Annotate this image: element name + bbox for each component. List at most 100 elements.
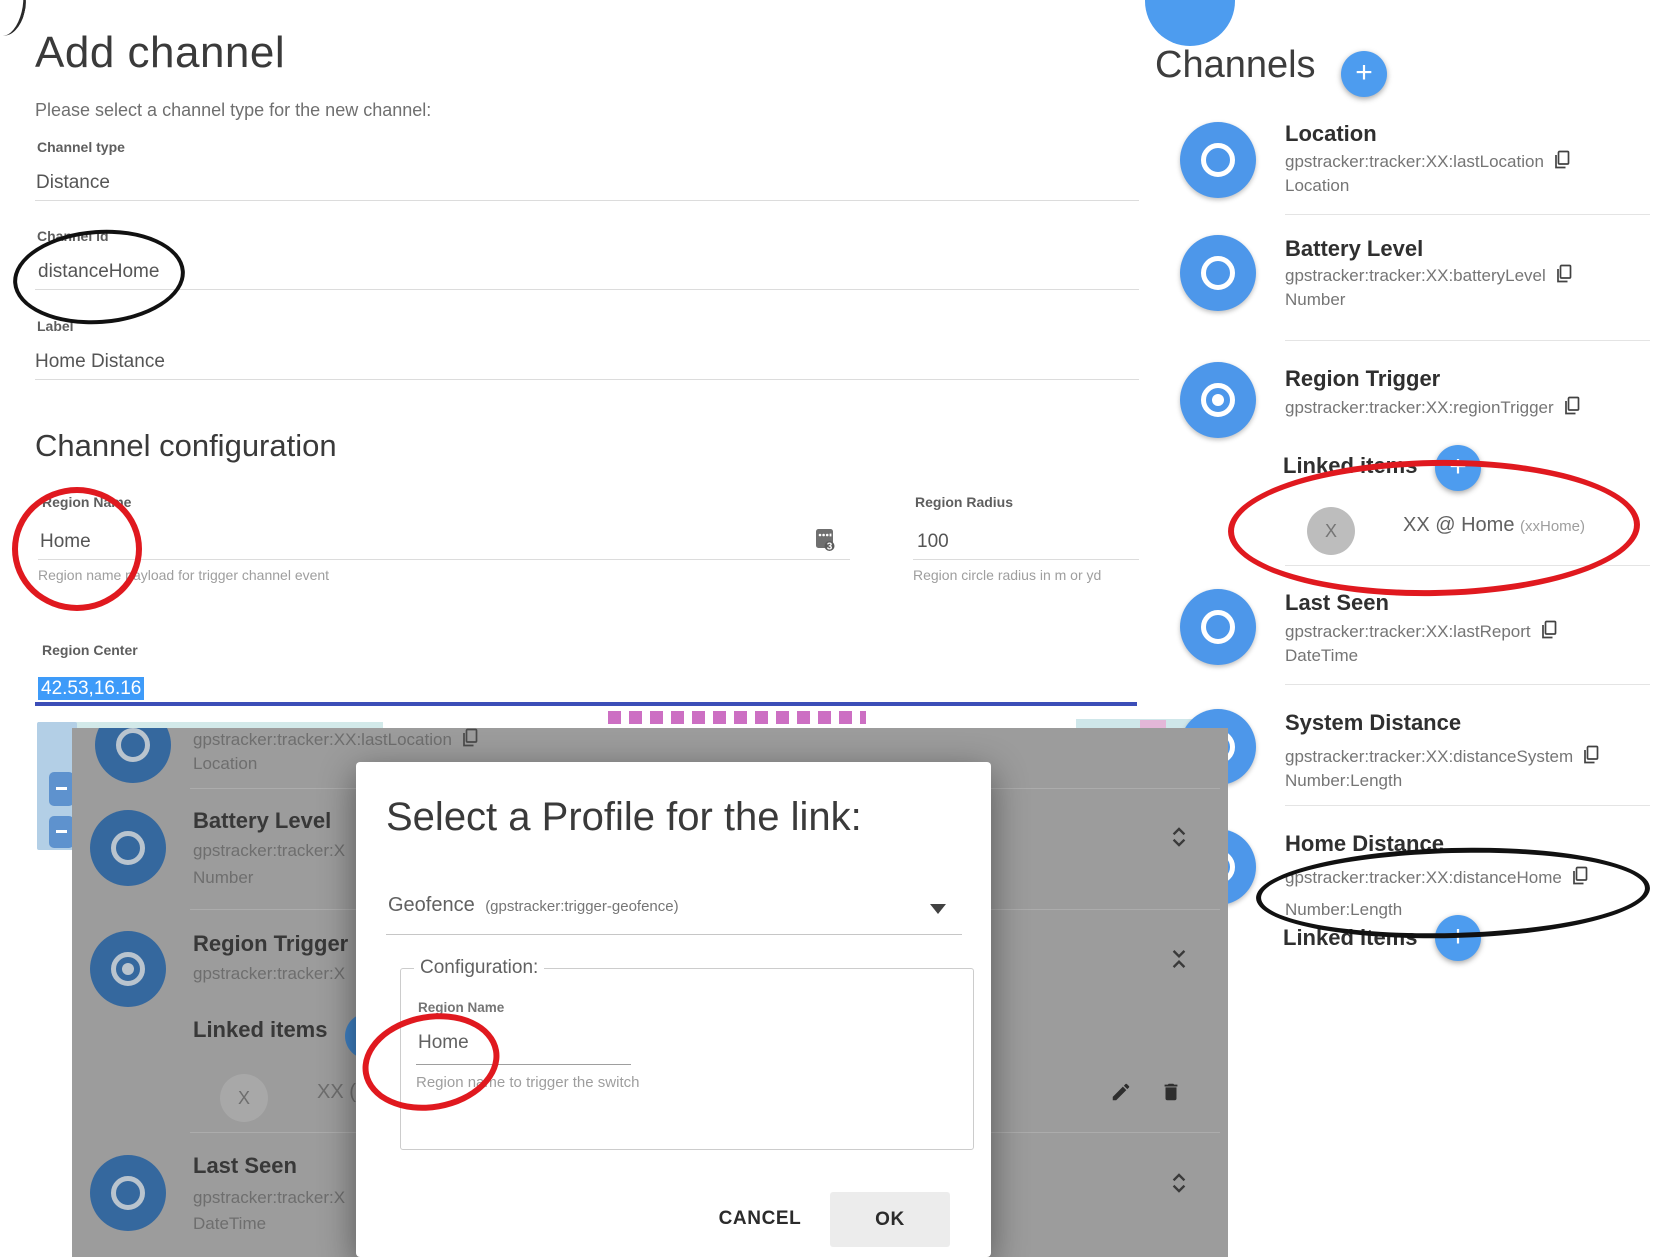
configuration-fieldset <box>400 968 974 1150</box>
channel-type: DateTime <box>1285 646 1358 666</box>
channel-icon <box>1180 362 1256 438</box>
linked-item-label: XX ( <box>317 1081 356 1104</box>
region-name-label: Region Name <box>42 494 131 510</box>
divider <box>1285 684 1650 685</box>
channel-name: System Distance <box>1285 710 1461 736</box>
copy-icon[interactable] <box>1555 264 1572 288</box>
page-title: Add channel <box>35 28 285 78</box>
channel-type: Number:Length <box>1285 900 1402 920</box>
region-center-input[interactable]: 42.53,16.16 <box>38 678 144 700</box>
channel-icon <box>1180 235 1256 311</box>
channel-id-row: gpstracker:tracker:XX:lastReport <box>1285 620 1557 644</box>
channel-id: gpstracker:tracker:XX:lastLocation <box>193 730 452 750</box>
channel-id-row: gpstracker:tracker:XX:distanceSystem <box>1285 745 1599 769</box>
channel-id: gpstracker:tracker:X <box>193 1188 345 1208</box>
channel-id-row: gpstracker:tracker:XX:lastLocation <box>1285 150 1570 174</box>
copy-icon[interactable] <box>1571 866 1588 890</box>
channel-icon <box>90 810 166 886</box>
channel-id: gpstracker:tracker:XX:batteryLevel <box>1285 266 1546 286</box>
channel-name: Region Trigger <box>1285 366 1440 392</box>
region-center-label: Region Center <box>42 642 138 658</box>
channel-id: gpstracker:tracker:XX:distanceHome <box>1285 868 1562 888</box>
label-input[interactable]: Home Distance <box>35 351 165 373</box>
copy-icon <box>461 728 478 752</box>
divider <box>386 934 962 935</box>
profile-select-detail: (gpstracker:trigger-geofence) <box>485 898 678 915</box>
channel-id-row: gpstracker:tracker:XX:lastLocation <box>193 728 478 752</box>
channel-name: Battery Level <box>193 808 331 834</box>
divider <box>1285 805 1650 806</box>
profile-select-value: Geofence <box>388 894 475 916</box>
channel-icon <box>1180 589 1256 665</box>
map-zoom-button[interactable] <box>49 772 74 806</box>
profile-dialog: Select a Profile for the link: Geofence … <box>356 762 991 1257</box>
add-linked-item-button[interactable]: + <box>1435 915 1481 961</box>
linked-item-label[interactable]: XX @ Home (xxHome) <box>1403 514 1585 537</box>
fab-partial-circle[interactable] <box>1145 0 1235 46</box>
channel-type: Location <box>1285 176 1349 196</box>
channel-id: gpstracker:tracker:XX:regionTrigger <box>1285 398 1554 418</box>
region-name-hint: Region name to trigger the switch <box>416 1074 639 1091</box>
cancel-button[interactable]: CANCEL <box>700 1204 820 1234</box>
divider <box>416 1064 631 1065</box>
region-radius-label: Region Radius <box>915 494 1013 510</box>
channel-name: Last Seen <box>1285 590 1389 616</box>
profile-select[interactable]: Geofence (gpstracker:trigger-geofence) <box>388 894 679 917</box>
divider <box>35 379 1139 380</box>
channel-name: Home Distance <box>1285 831 1444 857</box>
channel-icon <box>95 728 171 783</box>
channel-icon <box>90 1155 166 1231</box>
add-linked-item-button[interactable]: + <box>1435 445 1481 491</box>
channel-id: gpstracker:tracker:XX:distanceSystem <box>1285 747 1573 767</box>
channel-type-input[interactable]: Distance <box>36 172 110 194</box>
edit-icon <box>1110 1081 1132 1108</box>
channel-id: gpstracker:tracker:XX:lastReport <box>1285 622 1531 642</box>
divider <box>1285 214 1650 215</box>
keypad-icon[interactable]: 3 <box>813 527 837 558</box>
copy-icon[interactable] <box>1582 745 1599 769</box>
channel-name: Last Seen <box>193 1153 297 1179</box>
annotation-stray-mark <box>0 0 31 39</box>
channel-type: DateTime <box>193 1214 266 1234</box>
linked-items-heading: Linked items <box>193 1017 327 1043</box>
channel-id-row: gpstracker:tracker:XX:regionTrigger <box>1285 396 1580 420</box>
channel-id: gpstracker:tracker:XX:lastLocation <box>1285 152 1544 172</box>
divider <box>913 559 1139 560</box>
channel-type: Location <box>193 754 257 774</box>
copy-icon[interactable] <box>1540 620 1557 644</box>
delete-icon <box>1160 1081 1182 1108</box>
channel-id-row: gpstracker:tracker:XX:distanceHome <box>1285 866 1588 890</box>
copy-icon[interactable] <box>1563 396 1580 420</box>
copy-icon[interactable] <box>1553 150 1570 174</box>
channel-name: Battery Level <box>1285 236 1423 262</box>
linked-items-heading: Linked items <box>1283 925 1417 951</box>
svg-text:3: 3 <box>827 542 833 553</box>
ok-button[interactable]: OK <box>830 1192 950 1247</box>
add-channel-button[interactable]: + <box>1341 51 1387 97</box>
region-radius-hint: Region circle radius in m or yd <box>913 567 1101 583</box>
channel-id-row: gpstracker:tracker:XX:batteryLevel <box>1285 264 1572 288</box>
label-field-label: Label <box>37 318 74 334</box>
channel-type: Number:Length <box>1285 771 1402 791</box>
divider <box>1285 565 1650 566</box>
divider <box>38 559 850 560</box>
divider <box>1285 340 1650 341</box>
expand-icon <box>1166 1170 1192 1201</box>
page: Add channel Please select a channel type… <box>0 0 1670 1257</box>
map-zoom-button[interactable] <box>49 816 74 848</box>
channel-name: Region Trigger <box>193 931 348 957</box>
focus-underline <box>35 702 1137 706</box>
chevron-down-icon[interactable] <box>930 904 946 914</box>
channel-id: gpstracker:tracker:X <box>193 964 345 984</box>
linked-item-detail: (xxHome) <box>1520 518 1585 535</box>
channel-id-label: Channel id <box>37 228 109 244</box>
divider <box>35 289 1139 290</box>
channel-id-input[interactable]: distanceHome <box>38 261 159 283</box>
channel-name: Location <box>1285 121 1377 147</box>
channels-panel-title: Channels <box>1155 44 1316 87</box>
channel-type: Number <box>193 868 253 888</box>
channel-id: gpstracker:tracker:X <box>193 841 345 861</box>
region-name-input[interactable]: Home <box>418 1032 469 1054</box>
region-radius-input[interactable]: 100 <box>917 531 949 553</box>
region-name-input[interactable]: Home <box>40 531 91 553</box>
